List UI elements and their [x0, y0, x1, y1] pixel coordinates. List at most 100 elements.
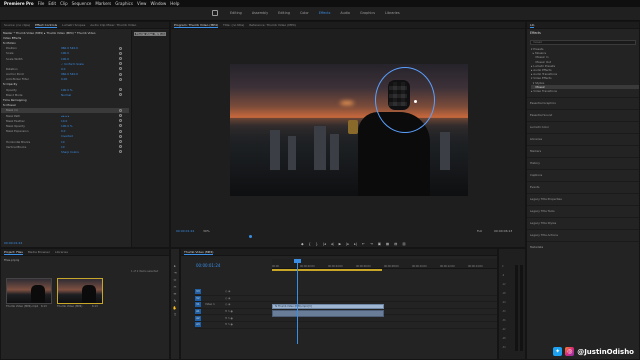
workspace-tab[interactable]: Assembly — [252, 11, 268, 15]
pen-tool-icon[interactable]: ✎ — [171, 298, 179, 305]
mask-center-handle[interactable] — [414, 100, 417, 103]
panel-section-header[interactable]: Legacy Title Actions — [527, 229, 639, 241]
tab-project[interactable]: Project: Files — [4, 250, 23, 255]
tab-reference[interactable]: Reference: Thumb Video (MP4) — [249, 23, 296, 27]
menu-graphics[interactable]: Graphics — [115, 1, 133, 6]
step-forward-button[interactable]: |▸ — [346, 242, 349, 246]
play-button[interactable]: ▶ — [339, 242, 342, 246]
reset-icon[interactable] — [119, 150, 122, 154]
playhead-marker[interactable] — [249, 235, 252, 238]
effect-property-value[interactable]: 0.0 — [61, 67, 65, 71]
work-area-bar[interactable] — [272, 269, 382, 271]
effect-property-value[interactable]: 10 — [61, 145, 65, 149]
tab-libraries[interactable]: Libraries — [55, 250, 68, 254]
track-controls[interactable]: ◎ ◉ — [225, 303, 230, 306]
workspace-tab[interactable]: Audio — [340, 11, 350, 15]
workspace-tab[interactable]: Editing — [278, 11, 290, 15]
panel-section-header[interactable]: Events — [527, 181, 639, 193]
workspace-tab-active[interactable]: Effects — [319, 11, 331, 15]
panel-section-header[interactable]: Essential Sound — [527, 109, 639, 121]
reset-icon[interactable] — [119, 46, 122, 50]
effects-search-input[interactable]: mosaic — [530, 40, 636, 45]
reset-icon[interactable] — [119, 93, 122, 97]
reset-icon[interactable] — [119, 67, 122, 71]
effect-property-value[interactable]: 10.0 — [61, 119, 67, 123]
track-controls[interactable]: M S ● — [225, 310, 233, 313]
reset-icon[interactable] — [119, 72, 122, 76]
effect-property-value[interactable]: 960.0 540.0 — [61, 46, 78, 50]
effect-property-value[interactable]: Sharp Colors — [61, 150, 79, 154]
reset-icon[interactable] — [119, 124, 122, 128]
go-to-in-button[interactable]: |◂ — [323, 242, 326, 246]
reset-icon[interactable] — [119, 88, 122, 92]
ripple-edit-tool-icon[interactable]: ⇔ — [171, 277, 179, 284]
effect-property-value[interactable]: 0.00 — [61, 77, 67, 81]
track-target-label[interactable]: A3 — [195, 322, 201, 328]
panel-section-header[interactable]: Libraries — [527, 133, 639, 145]
add-marker-button[interactable]: ◆ — [301, 242, 304, 246]
type-tool-icon[interactable]: T — [171, 312, 179, 319]
menu-app-name[interactable]: Premiere Pro — [4, 1, 34, 6]
effect-property-value[interactable]: 10 — [61, 140, 65, 144]
timeline-timecode[interactable]: 00:00:01:24 — [196, 263, 220, 268]
reset-icon[interactable] — [119, 51, 122, 55]
effect-property-value[interactable]: ◂ ▸ ▸ ▸ — [61, 114, 69, 118]
track-controls[interactable]: ◎ ◉ — [225, 290, 230, 293]
track-header[interactable]: V2 ◎ ◉ — [195, 295, 497, 303]
panel-section-header[interactable]: Legacy Title Styles — [527, 217, 639, 229]
track-controls[interactable]: M S ● — [225, 323, 233, 326]
effect-property-value[interactable]: 100.0 — [61, 57, 69, 61]
track-target-label[interactable]: V3 — [195, 289, 201, 295]
track-controls[interactable]: M S ● — [225, 317, 233, 320]
project-thumbnail[interactable] — [6, 278, 52, 304]
lift-button[interactable]: ⇤ — [362, 242, 365, 246]
effect-controls-clip[interactable]: Thumb Video (MP4).mp4 — [134, 32, 166, 36]
home-icon[interactable] — [212, 10, 218, 16]
button-editor-button[interactable]: ▥ — [402, 242, 405, 246]
workspace-tab[interactable]: Color — [300, 11, 309, 15]
go-to-out-button[interactable]: ▸| — [354, 242, 357, 246]
razor-tool-icon[interactable]: ✂ — [171, 284, 179, 291]
track-target-label[interactable]: A2 — [195, 315, 201, 321]
effect-controls-timeline[interactable]: Thumb Video (MP4).mp4 — [131, 30, 169, 247]
workspace-tab[interactable]: Editing — [230, 11, 242, 15]
reset-icon[interactable] — [119, 77, 122, 81]
track-target-label[interactable]: V1 — [195, 302, 201, 308]
program-video-frame[interactable] — [230, 64, 468, 196]
panel-section-header[interactable]: Legacy Title Properties — [527, 193, 639, 205]
menu-help[interactable]: Help — [170, 1, 179, 6]
reset-icon[interactable] — [119, 145, 122, 149]
panel-section-header[interactable]: Captions — [527, 169, 639, 181]
track-target-label[interactable]: V2 — [195, 295, 201, 301]
panel-section-header[interactable]: Metadata — [527, 241, 639, 253]
selection-tool-icon[interactable]: ▸ — [171, 263, 179, 270]
reset-icon[interactable] — [119, 57, 122, 61]
safe-margins-button[interactable]: ▤ — [394, 242, 397, 246]
tab-lib[interactable]: Lib — [530, 23, 535, 28]
tab-media-browser[interactable]: Media Browser — [28, 250, 50, 254]
reset-icon[interactable] — [119, 114, 122, 118]
effect-property-row[interactable]: Sharp Colors — [1, 149, 129, 154]
panel-section-header[interactable]: Lumetri Color — [527, 121, 639, 133]
quality-select[interactable]: Full — [477, 229, 482, 233]
mask-ellipse[interactable] — [375, 67, 435, 133]
effects-tree-item[interactable]: ▸ Video Transitions — [531, 89, 639, 93]
menu-edit[interactable]: Edit — [48, 1, 56, 6]
reset-icon[interactable] — [119, 140, 122, 144]
project-thumbnail[interactable] — [57, 278, 103, 304]
tab-audio-clip-mixer[interactable]: Audio Clip Mixer: Thumb Video — [90, 23, 136, 27]
effect-property-value[interactable]: 960.0 540.0 — [61, 72, 78, 76]
extract-button[interactable]: ⇥ — [370, 242, 373, 246]
hand-tool-icon[interactable]: ✋ — [171, 305, 179, 312]
tab-effect-controls[interactable]: Effect Controls — [35, 23, 58, 28]
menu-window[interactable]: Window — [150, 1, 166, 6]
effect-property-value[interactable]: ✓ Uniform Scale — [61, 62, 84, 66]
track-header[interactable]: V3 ◎ ◉ — [195, 289, 497, 296]
track-header[interactable]: A3 M S ● — [195, 322, 497, 329]
mark-out-button[interactable]: } — [316, 242, 318, 246]
comparison-view-button[interactable]: ▦ — [386, 242, 389, 246]
effect-property-value[interactable]: 100.0 % — [61, 88, 73, 92]
menu-file[interactable]: File — [38, 1, 45, 6]
export-frame-button[interactable]: ▣ — [378, 242, 381, 246]
effect-property-value[interactable]: Normal — [61, 93, 71, 97]
